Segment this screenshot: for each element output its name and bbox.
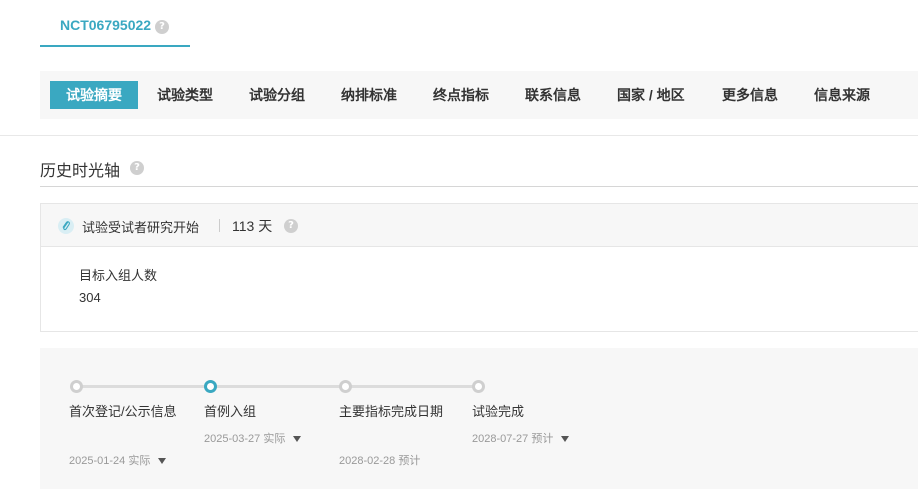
nav-item-trial-type[interactable]: 试验类型: [157, 81, 213, 109]
help-icon[interactable]: ?: [155, 20, 169, 34]
milestone-date: 2028-07-27 预计: [472, 433, 554, 445]
caret-down-icon[interactable]: [561, 436, 570, 443]
nav-item-contacts[interactable]: 联系信息: [525, 81, 581, 109]
divider: [0, 135, 918, 136]
event-card: 试验受试者研究开始 113 天 ? 目标入组人数 304: [40, 203, 918, 332]
milestone-date-row: 2028-07-27 预计: [472, 430, 570, 446]
days-count: 113 天: [232, 218, 273, 234]
milestone-title: 试验完成: [472, 404, 525, 419]
milestone-date-row: 2025-01-24 实际: [69, 452, 167, 468]
metric-label: 目标入组人数: [79, 268, 158, 283]
nav-item-countries[interactable]: 国家 / 地区: [617, 81, 685, 109]
event-card-header: 试验受试者研究开始 113 天 ?: [41, 204, 918, 247]
timeline-dot: [472, 380, 485, 393]
help-icon[interactable]: ?: [284, 219, 298, 233]
section-nav: 试验摘要 试验类型 试验分组 纳排标准 终点指标 联系信息 国家 / 地区 更多…: [40, 71, 918, 119]
milestone-date-row: 2028-02-28 预计: [339, 452, 420, 468]
milestone-title: 首例入组: [204, 404, 257, 419]
nav-item-summary[interactable]: 试验摘要: [50, 81, 138, 109]
nav-item-endpoints[interactable]: 终点指标: [433, 81, 489, 109]
help-icon[interactable]: ?: [130, 161, 144, 175]
nav-item-sources[interactable]: 信息来源: [814, 81, 870, 109]
milestone-title: 首次登记/公示信息: [69, 404, 177, 419]
timeline-dot-active: [204, 380, 217, 393]
nav-item-arms[interactable]: 试验分组: [249, 81, 305, 109]
separator: [219, 219, 220, 232]
caret-down-icon[interactable]: [293, 436, 302, 443]
milestone-date: 2025-01-24 实际: [69, 455, 151, 467]
trial-id-label: NCT06795022: [60, 17, 152, 33]
timeline-track: [76, 385, 481, 388]
section-title: 历史时光轴: [40, 163, 121, 180]
milestone-date: 2025-03-27 实际: [204, 433, 286, 445]
milestone-date-row: 2025-03-27 实际: [204, 430, 302, 446]
timeline-dot: [339, 380, 352, 393]
section-divider: [40, 186, 918, 187]
event-label: 试验受试者研究开始: [82, 220, 200, 235]
nav-item-more-info[interactable]: 更多信息: [722, 81, 778, 109]
metric-value: 304: [79, 290, 101, 305]
timeline: 首次登记/公示信息 首例入组 主要指标完成日期 试验完成 2025-01-24 …: [40, 348, 918, 489]
milestone-date: 2028-02-28 预计: [339, 455, 421, 467]
nav-item-eligibility[interactable]: 纳排标准: [341, 81, 397, 109]
caret-down-icon[interactable]: [158, 458, 167, 465]
timeline-dot: [70, 380, 83, 393]
paperclip-icon: [58, 218, 74, 234]
milestone-title: 主要指标完成日期: [339, 404, 444, 419]
trial-id-tab[interactable]: NCT06795022 ?: [40, 0, 190, 47]
